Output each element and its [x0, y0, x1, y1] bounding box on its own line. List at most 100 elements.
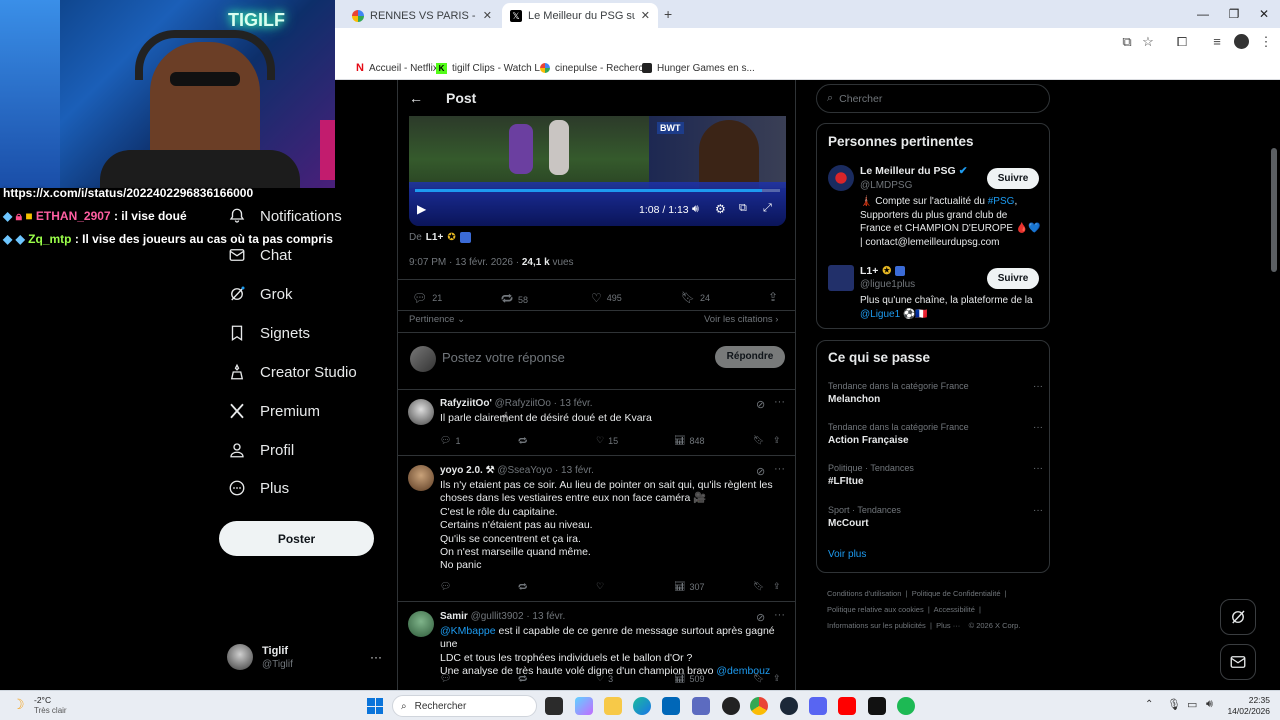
- more-options-icon[interactable]: ···: [774, 609, 785, 621]
- grok-fab[interactable]: [1220, 599, 1256, 635]
- views-action[interactable]: 📊︎ 848: [674, 435, 704, 446]
- nav-bookmarks[interactable]: Signets: [228, 318, 310, 348]
- like-stat[interactable]: ♡ 495: [591, 291, 622, 305]
- messages-fab[interactable]: [1220, 644, 1256, 680]
- reply-tweet[interactable]: RafyziitOo' @RafyziitOo · 13 févr. ⊘ ···…: [398, 389, 795, 456]
- bookmark-icon[interactable]: 🔖︎: [753, 581, 764, 592]
- copilot-icon[interactable]: [575, 697, 593, 715]
- reply-input[interactable]: Postez votre réponse: [442, 350, 565, 365]
- volume-icon[interactable]: 🔊︎: [692, 203, 699, 216]
- grok-icon[interactable]: ⊘: [756, 611, 765, 624]
- follow-button[interactable]: Suivre: [987, 168, 1039, 189]
- back-arrow-icon[interactable]: ←: [409, 90, 423, 106]
- views-action[interactable]: 📊︎ 307: [674, 581, 704, 592]
- account-menu-icon[interactable]: ···: [370, 650, 382, 664]
- more-options-icon[interactable]: ···: [774, 396, 785, 408]
- close-tab-icon[interactable]: ✕: [483, 9, 492, 22]
- fullscreen-icon[interactable]: ⤢: [763, 202, 772, 215]
- browser-menu-icon[interactable]: ⋮: [1258, 34, 1274, 50]
- edge-icon[interactable]: [633, 697, 651, 715]
- bookmark-cinepulse[interactable]: cinepulse - Recherc...: [540, 60, 652, 76]
- install-app-icon[interactable]: ⧉: [1119, 34, 1135, 50]
- reply-action[interactable]: 💬︎: [440, 581, 455, 592]
- file-explorer-icon[interactable]: [604, 697, 622, 715]
- reply-action[interactable]: 💬︎: [440, 673, 455, 684]
- account-avatar[interactable]: [227, 644, 253, 670]
- obs-icon[interactable]: [722, 697, 740, 715]
- browser-tab[interactable]: RENNES VS PARIS - Recherche ✕: [344, 3, 500, 28]
- mention-link[interactable]: #PSG: [988, 196, 1015, 207]
- new-tab-icon[interactable]: +: [664, 6, 672, 22]
- settings-gear-icon[interactable]: ⚙︎: [715, 202, 726, 216]
- share-icon[interactable]: ⇪: [773, 673, 781, 684]
- repost-action[interactable]: 🔁︎: [518, 435, 531, 448]
- trend-item[interactable]: Tendance dans la catégorie France Action…: [828, 422, 1043, 446]
- reply-action[interactable]: 💬︎ 1: [440, 435, 460, 446]
- l1plus-avatar[interactable]: [828, 265, 854, 291]
- trend-more-icon[interactable]: ···: [1033, 381, 1043, 392]
- volume-icon[interactable]: 🔊︎: [1206, 698, 1213, 711]
- psg-avatar[interactable]: [828, 165, 854, 191]
- trend-more-icon[interactable]: ···: [1033, 505, 1043, 516]
- person-name[interactable]: L1+ ✪: [860, 265, 906, 277]
- author-name[interactable]: yoyo 2.0. ⚒: [440, 465, 495, 476]
- profile-avatar-icon[interactable]: [1234, 34, 1249, 49]
- author-name[interactable]: Samir: [440, 611, 468, 622]
- repost-action[interactable]: 🔁︎: [518, 581, 531, 594]
- discord-icon[interactable]: [809, 697, 827, 715]
- windows-start-icon[interactable]: [367, 698, 383, 714]
- grok-icon[interactable]: ⊘: [756, 398, 765, 411]
- taskbar-search[interactable]: ⌕ Rechercher: [392, 695, 537, 717]
- picture-in-picture-icon[interactable]: ⧉: [739, 202, 747, 215]
- nav-creator-studio[interactable]: Creator Studio: [228, 357, 357, 387]
- bookmark-star-icon[interactable]: ☆: [1140, 34, 1156, 50]
- close-window-icon[interactable]: ✕: [1254, 4, 1274, 24]
- restore-icon[interactable]: ❐: [1224, 4, 1244, 24]
- sort-dropdown[interactable]: Pertinence ⌄: [409, 314, 465, 325]
- mention-link[interactable]: @KMbappe: [440, 625, 496, 637]
- post-button[interactable]: Poster: [219, 521, 374, 556]
- views-action[interactable]: 📊︎ 509: [674, 673, 704, 684]
- trend-more-icon[interactable]: ···: [1033, 463, 1043, 474]
- grok-icon[interactable]: ⊘: [756, 465, 765, 478]
- footer-link[interactable]: Informations sur les publicités: [827, 621, 926, 630]
- bookmark-stat[interactable]: 🔖︎ 24: [681, 291, 710, 304]
- repost-stat[interactable]: 🔁︎ 58: [501, 291, 528, 308]
- footer-link[interactable]: Politique de Confidentialité: [912, 589, 1001, 598]
- footer-link[interactable]: Conditions d'utilisation: [827, 589, 901, 598]
- author-handle[interactable]: @RafyziitOo: [495, 398, 551, 409]
- store-icon[interactable]: [662, 697, 680, 715]
- spotify-icon[interactable]: [897, 697, 915, 715]
- more-options-icon[interactable]: ···: [774, 463, 785, 475]
- author-name[interactable]: RafyziitOo': [440, 398, 492, 409]
- task-view-icon[interactable]: [545, 697, 563, 715]
- reply-tweet[interactable]: yoyo 2.0. ⚒ @SseaYoyo · 13 févr. ⊘ ··· I…: [398, 456, 795, 602]
- nav-more[interactable]: Plus: [228, 473, 289, 503]
- share-icon[interactable]: ⇪: [773, 581, 781, 592]
- repost-action[interactable]: 🔁︎: [518, 673, 531, 686]
- footer-link[interactable]: Plus ···: [936, 621, 960, 630]
- author-handle[interactable]: @SseaYoyo: [497, 465, 552, 476]
- trend-item[interactable]: Sport · Tendances McCourt ···: [828, 505, 1043, 529]
- extensions-icon[interactable]: ⧠: [1174, 34, 1190, 50]
- nav-grok[interactable]: Grok: [228, 279, 293, 309]
- like-action[interactable]: ♡: [596, 581, 608, 592]
- youtube-icon[interactable]: [838, 697, 856, 715]
- like-action[interactable]: ♡ 3: [596, 673, 613, 684]
- follow-button[interactable]: Suivre: [987, 268, 1039, 289]
- person-name[interactable]: Le Meilleur du PSG ✔: [860, 165, 968, 177]
- nav-premium[interactable]: Premium: [228, 396, 320, 426]
- bookmark-hunger-games[interactable]: Hunger Games en s...: [642, 60, 755, 76]
- network-icon[interactable]: ▭: [1187, 698, 1197, 711]
- view-quotes-link[interactable]: Voir les citations ›: [704, 314, 778, 325]
- steam-icon[interactable]: [780, 697, 798, 715]
- footer-link[interactable]: Accessibilité: [934, 605, 975, 614]
- tab-search-icon[interactable]: ≡: [1209, 34, 1225, 50]
- bookmark-tigilf[interactable]: K tigilf Clips - Watch L...: [436, 60, 548, 76]
- share-icon[interactable]: ⇪: [768, 290, 778, 304]
- mention-link[interactable]: @Ligue1: [860, 309, 900, 320]
- reply-tweet[interactable]: Samir @gullit3902 · 13 févr. ⊘ ··· @KMba…: [398, 602, 795, 690]
- reply-stat[interactable]: 💬︎ 21: [412, 291, 442, 305]
- show-more-link[interactable]: Voir plus: [828, 549, 866, 560]
- browser-tab-active[interactable]: 𝕏 Le Meilleur du PSG sur X : " ✕: [502, 3, 658, 28]
